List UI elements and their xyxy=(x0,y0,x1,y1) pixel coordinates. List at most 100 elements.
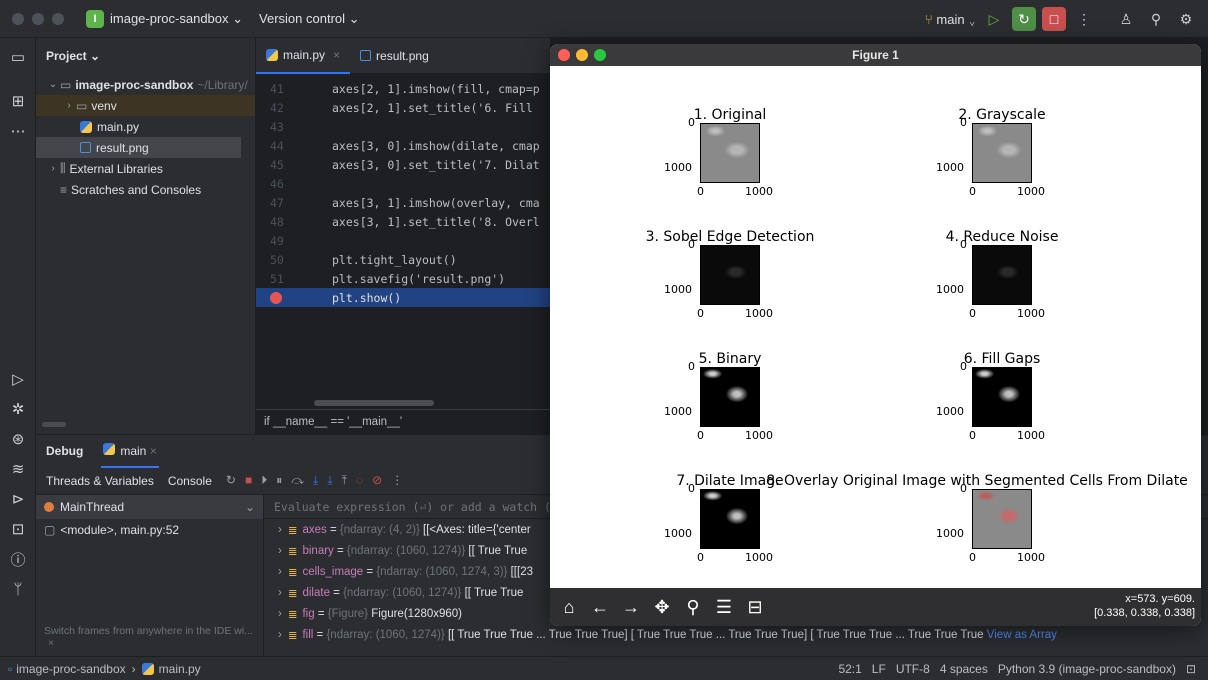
image-file-icon xyxy=(360,50,372,61)
coords-xy: x=573. y=609. xyxy=(1125,593,1195,605)
code-editor: main.py × result.png 41 axes[2, 1].imshow… xyxy=(256,38,550,434)
terminal-icon[interactable]: ⊡ xyxy=(0,514,36,544)
subplot-title: 6. Fill Gaps xyxy=(963,351,1041,367)
search-icon[interactable]: ⚲ xyxy=(1144,7,1168,31)
back-arrow-icon[interactable]: ← xyxy=(589,597,611,618)
debug-session-tab[interactable]: main × xyxy=(101,435,159,468)
breadcrumb[interactable]: if __name__ == '__main__' xyxy=(256,409,550,433)
pan-icon[interactable]: ✥ xyxy=(651,597,673,618)
variable-icon: ≣ xyxy=(287,566,298,579)
tree-item-result-png[interactable]: result.png xyxy=(36,137,241,158)
resume-icon[interactable]: ⏵ xyxy=(261,473,267,488)
subplot-title: 8. Overlay Original Image with Segmented… xyxy=(766,473,1188,489)
figure-canvas[interactable]: 1. Original 0 1000 0 1000 2. Grayscale 0 1000 0 1… xyxy=(550,66,1201,588)
add-user-icon[interactable]: ♙ xyxy=(1114,7,1138,31)
zoom-figure-icon[interactable] xyxy=(594,49,606,61)
status-indent[interactable]: 4 spaces xyxy=(940,662,988,676)
debug-tool-icon[interactable]: ✲ xyxy=(0,394,36,424)
figure-window-controls xyxy=(558,49,606,61)
tab-console[interactable]: Console xyxy=(168,474,212,488)
forward-arrow-icon[interactable]: → xyxy=(620,597,642,618)
view-breakpoints-icon[interactable]: ◌ xyxy=(356,473,363,488)
tree-item-scratches[interactable]: ≡ Scratches and Consoles xyxy=(36,179,255,200)
tree-item-venv[interactable]: › ▭ venv xyxy=(36,95,255,116)
git-icon[interactable]: ᛘ xyxy=(0,574,36,604)
run-icon[interactable]: ▷ xyxy=(982,7,1006,31)
tab-threads-variables[interactable]: Threads & Variables xyxy=(46,474,154,488)
project-scrollbar[interactable] xyxy=(42,422,66,427)
code-area[interactable]: 41 axes[2, 1].imshow(fill, cmap=p 42 axes[… xyxy=(256,74,550,307)
step-out-icon[interactable]: ⤒ xyxy=(342,473,347,488)
step-into-icon[interactable]: ⤓ xyxy=(313,473,318,488)
home-icon[interactable]: ⌂ xyxy=(558,597,580,618)
step-over-icon[interactable]: ⤼ xyxy=(291,473,304,488)
close-window-icon[interactable] xyxy=(12,12,24,25)
window-controls[interactable] xyxy=(12,12,64,25)
structure-icon[interactable]: ⊞ xyxy=(0,86,36,116)
project-panel-header[interactable]: Project ⌄ xyxy=(36,38,255,74)
lock-icon[interactable]: ⊡ xyxy=(1186,662,1196,676)
threads-pane: MainThread ⌄ ▢ <module>, main.py:52 Swit… xyxy=(36,495,264,657)
variable-type: {Figure} xyxy=(327,607,369,620)
branch-selector[interactable]: ⑂ main ⌄ xyxy=(925,12,976,27)
services-icon[interactable]: ⊳ xyxy=(0,484,36,514)
run-tool-icon[interactable]: ▷ xyxy=(0,364,36,394)
configure-subplots-icon[interactable]: ☰ xyxy=(713,597,735,618)
stop-debug-icon[interactable]: ■ xyxy=(245,473,252,488)
project-switcher[interactable]: image-proc-sandbox ⌄ xyxy=(110,11,243,27)
more-icon[interactable]: ⋮ xyxy=(391,473,403,488)
rerun-icon[interactable]: ↻ xyxy=(226,473,236,488)
line-number: 43 xyxy=(270,119,284,134)
debug-title: Debug xyxy=(46,444,84,458)
status-project[interactable]: image-proc-sandbox xyxy=(16,662,125,676)
coords-value: [0.338, 0.338, 0.338] xyxy=(1094,607,1195,619)
code-line: 49 xyxy=(256,231,550,250)
thread-selector[interactable]: MainThread ⌄ xyxy=(36,495,263,519)
code-text: plt.show() xyxy=(332,290,402,305)
status-file[interactable]: main.py xyxy=(159,662,201,676)
mute-breakpoints-icon[interactable]: ⊘ xyxy=(372,473,382,488)
close-figure-icon[interactable] xyxy=(558,49,570,61)
status-position[interactable]: 52:1 xyxy=(838,662,861,676)
minimize-figure-icon[interactable] xyxy=(576,49,588,61)
line-number: 50 xyxy=(270,252,284,267)
close-tab-icon[interactable]: × xyxy=(333,48,340,62)
code-line: 48 axes[3, 1].set_title('8. Overl xyxy=(256,212,550,231)
step-into-my-code-icon[interactable]: ⤓ xyxy=(327,473,332,488)
layers-icon[interactable]: ≋ xyxy=(0,454,36,484)
chevron-right-icon: › xyxy=(51,163,55,174)
zoom-window-icon[interactable] xyxy=(52,12,64,25)
python-packages-icon[interactable]: ⊛ xyxy=(0,424,36,454)
tree-item-external-libraries[interactable]: › ⫼ External Libraries xyxy=(36,158,255,179)
project-folder-icon[interactable]: ▭ xyxy=(0,42,36,72)
tree-item-main-py[interactable]: main.py xyxy=(36,116,255,137)
editor-horizontal-scrollbar[interactable] xyxy=(314,400,434,406)
minimize-window-icon[interactable] xyxy=(32,12,44,25)
status-line-separator[interactable]: LF xyxy=(872,662,886,676)
pause-icon[interactable]: ⏸ xyxy=(276,473,282,488)
status-interpreter[interactable]: Python 3.9 (image-proc-sandbox) xyxy=(998,662,1176,676)
settings-icon[interactable]: ⚙ xyxy=(1174,7,1198,31)
tab-main-py[interactable]: main.py × xyxy=(256,38,351,74)
save-figure-icon[interactable]: ⊟ xyxy=(744,597,766,618)
variable-row[interactable]: › ≣ fill = {ndarray: (1060, 1274)} [[ True… xyxy=(264,624,1208,645)
x-tick-label: 1000 xyxy=(1017,307,1045,320)
x-tick-label: 0 xyxy=(697,429,704,442)
problems-icon[interactable]: ⓘ xyxy=(0,544,36,574)
more-tools-icon[interactable]: ⋯ xyxy=(0,116,36,146)
more-actions-icon[interactable]: ⋮ xyxy=(1072,7,1096,31)
rerun-debug-icon[interactable]: ↻ xyxy=(1012,7,1036,31)
version-control-menu[interactable]: Version control ⌄ xyxy=(259,11,360,27)
close-hint-icon[interactable]: × xyxy=(48,637,54,649)
subplot-title: 3. Sobel Edge Detection xyxy=(645,229,815,245)
status-encoding[interactable]: UTF-8 xyxy=(896,662,930,676)
frame-item[interactable]: ▢ <module>, main.py:52 xyxy=(36,519,263,541)
thread-status-icon xyxy=(44,502,54,512)
stop-icon[interactable]: □ xyxy=(1042,7,1066,31)
tree-root[interactable]: ⌄ ▭ image-proc-sandbox ~/Library/ xyxy=(36,74,255,95)
tab-label: result.png xyxy=(376,48,429,63)
breakpoint-icon[interactable] xyxy=(270,291,282,304)
tab-result-png[interactable]: result.png xyxy=(350,38,439,74)
view-as-array-link[interactable]: View as Array xyxy=(987,629,1057,641)
zoom-icon[interactable]: ⚲ xyxy=(682,597,704,618)
